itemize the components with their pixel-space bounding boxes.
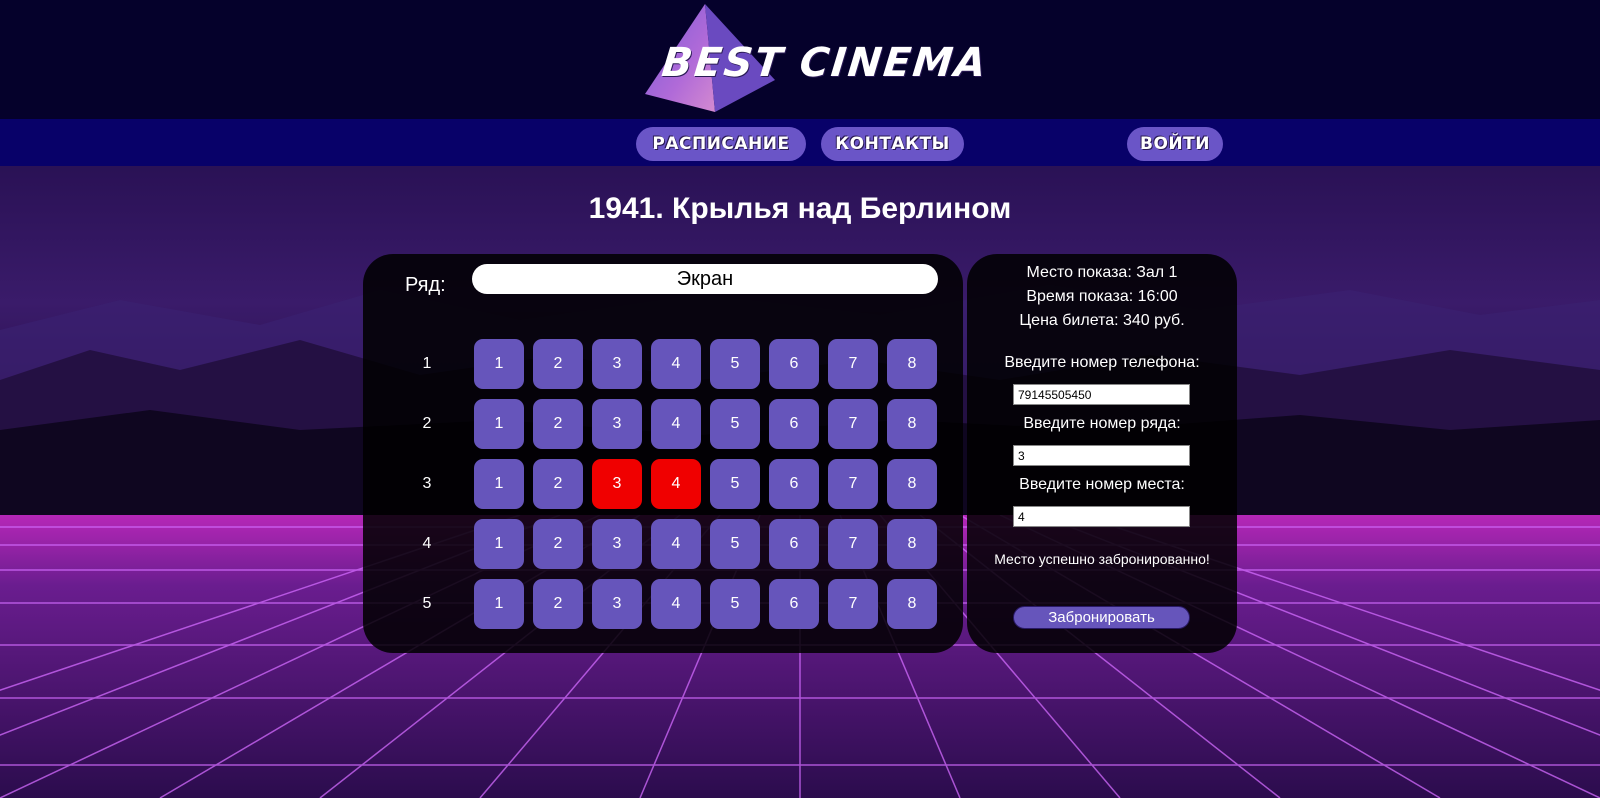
row-number: 5 (422, 595, 432, 612)
seat-button[interactable]: 1 (474, 399, 524, 449)
seat-button[interactable]: 4 (651, 339, 701, 389)
nav-contacts-button[interactable]: КОНТАКТЫ (821, 127, 964, 161)
seat-button[interactable]: 5 (710, 519, 760, 569)
screen-indicator: Экран (472, 264, 938, 294)
seat-button[interactable]: 4 (651, 519, 701, 569)
seat-button[interactable]: 5 (710, 399, 760, 449)
seat-button[interactable]: 8 (887, 339, 937, 389)
seat-button[interactable]: 2 (533, 459, 583, 509)
seat-button[interactable]: 2 (533, 519, 583, 569)
row-column-label: Ряд: (405, 274, 446, 296)
row-input-label: Введите номер ряда: (1023, 415, 1181, 432)
row-number: 3 (422, 475, 432, 492)
seat-button[interactable]: 3 (592, 519, 642, 569)
seat-button[interactable]: 7 (828, 399, 878, 449)
seat-button[interactable]: 6 (769, 579, 819, 629)
seat-button[interactable]: 4 (651, 579, 701, 629)
seat-button[interactable]: 1 (474, 579, 524, 629)
phone-input[interactable] (1013, 384, 1190, 405)
seat-input[interactable] (1013, 506, 1190, 527)
seat-button[interactable]: 1 (474, 339, 524, 389)
main-nav: РАСПИСАНИЕ КОНТАКТЫ ВОЙТИ (0, 119, 1600, 166)
phone-label: Введите номер телефона: (1004, 354, 1200, 371)
row-number: 4 (422, 535, 432, 552)
seat-button[interactable]: 7 (828, 579, 878, 629)
seat-button[interactable]: 3 (592, 579, 642, 629)
venue-info: Место показа: Зал 1 (1026, 264, 1178, 281)
seat-input-label: Введите номер места: (1019, 476, 1185, 493)
seat-button[interactable]: 5 (710, 459, 760, 509)
row-number: 1 (422, 355, 432, 372)
seat-button[interactable]: 6 (769, 459, 819, 509)
seat-button[interactable]: 2 (533, 399, 583, 449)
row-input[interactable] (1013, 445, 1190, 466)
seat-button[interactable]: 2 (533, 339, 583, 389)
nav-schedule-button[interactable]: РАСПИСАНИЕ (636, 127, 806, 161)
seat-button[interactable]: 8 (887, 399, 937, 449)
seat-button[interactable]: 1 (474, 519, 524, 569)
seat-button[interactable]: 8 (887, 519, 937, 569)
seat-button-booked[interactable]: 3 (592, 459, 642, 509)
seat-button[interactable]: 7 (828, 519, 878, 569)
seat-button[interactable]: 4 (651, 399, 701, 449)
seat-button[interactable]: 3 (592, 339, 642, 389)
seat-button-booked[interactable]: 4 (651, 459, 701, 509)
row-number: 2 (422, 415, 432, 432)
seat-button[interactable]: 7 (828, 339, 878, 389)
seat-button[interactable]: 8 (887, 579, 937, 629)
price-info: Цена билета: 340 руб. (1019, 312, 1185, 329)
seat-button[interactable]: 3 (592, 399, 642, 449)
seat-button[interactable]: 1 (474, 459, 524, 509)
success-message: Место успешно забронированно! (994, 551, 1210, 567)
seat-button[interactable]: 5 (710, 339, 760, 389)
logo-text: BEST CINEMA (659, 40, 991, 86)
time-info: Время показа: 16:00 (1026, 288, 1178, 305)
seat-button[interactable]: 6 (769, 519, 819, 569)
seat-button[interactable]: 5 (710, 579, 760, 629)
book-button[interactable]: Забронировать (1013, 606, 1190, 629)
nav-login-button[interactable]: ВОЙТИ (1127, 127, 1223, 161)
seat-button[interactable]: 7 (828, 459, 878, 509)
seat-button[interactable]: 6 (769, 339, 819, 389)
seat-button[interactable]: 8 (887, 459, 937, 509)
seat-button[interactable]: 6 (769, 399, 819, 449)
seat-button[interactable]: 2 (533, 579, 583, 629)
page-title: 1941. Крылья над Берлином (588, 192, 1012, 225)
